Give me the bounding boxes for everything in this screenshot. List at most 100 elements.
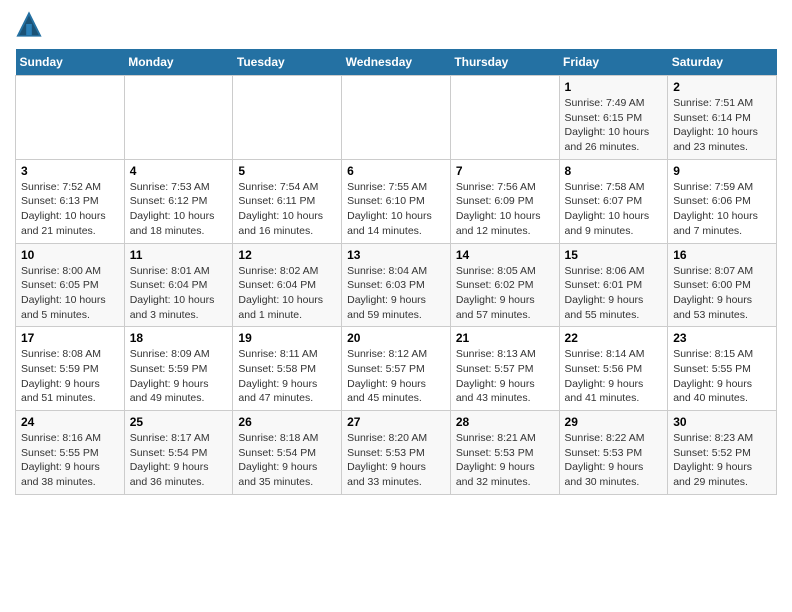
day-info: Sunrise: 8:16 AMSunset: 5:55 PMDaylight:… <box>21 431 119 490</box>
day-cell: 27 Sunrise: 8:20 AMSunset: 5:53 PMDayligh… <box>342 411 451 495</box>
day-info: Sunrise: 8:13 AMSunset: 5:57 PMDaylight:… <box>456 347 554 406</box>
day-number: 22 <box>565 331 663 345</box>
col-header-friday: Friday <box>559 49 668 76</box>
day-info: Sunrise: 7:51 AMSunset: 6:14 PMDaylight:… <box>673 96 771 155</box>
day-number: 17 <box>21 331 119 345</box>
day-info: Sunrise: 8:12 AMSunset: 5:57 PMDaylight:… <box>347 347 445 406</box>
day-cell: 25 Sunrise: 8:17 AMSunset: 5:54 PMDayligh… <box>124 411 233 495</box>
day-cell: 12 Sunrise: 8:02 AMSunset: 6:04 PMDayligh… <box>233 243 342 327</box>
day-info: Sunrise: 8:02 AMSunset: 6:04 PMDaylight:… <box>238 264 336 323</box>
day-info: Sunrise: 8:05 AMSunset: 6:02 PMDaylight:… <box>456 264 554 323</box>
day-cell: 11 Sunrise: 8:01 AMSunset: 6:04 PMDayligh… <box>124 243 233 327</box>
week-row-4: 17 Sunrise: 8:08 AMSunset: 5:59 PMDayligh… <box>16 327 777 411</box>
day-number: 9 <box>673 164 771 178</box>
day-cell: 29Sunrise: 8:22 AMSunset: 5:53 PMDayligh… <box>559 411 668 495</box>
day-cell: 21 Sunrise: 8:13 AMSunset: 5:57 PMDayligh… <box>450 327 559 411</box>
day-number: 7 <box>456 164 554 178</box>
day-number: 24 <box>21 415 119 429</box>
day-number: 2 <box>673 80 771 94</box>
day-cell: 18 Sunrise: 8:09 AMSunset: 5:59 PMDayligh… <box>124 327 233 411</box>
day-number: 21 <box>456 331 554 345</box>
day-number: 27 <box>347 415 445 429</box>
day-cell: 26Sunrise: 8:18 AMSunset: 5:54 PMDayligh… <box>233 411 342 495</box>
day-cell: 1 Sunrise: 7:49 AMSunset: 6:15 PMDaylight… <box>559 76 668 160</box>
day-number: 16 <box>673 248 771 262</box>
day-info: Sunrise: 8:17 AMSunset: 5:54 PMDaylight:… <box>130 431 228 490</box>
day-info: Sunrise: 7:55 AMSunset: 6:10 PMDaylight:… <box>347 180 445 239</box>
day-number: 19 <box>238 331 336 345</box>
day-number: 23 <box>673 331 771 345</box>
logo-icon <box>15 10 43 38</box>
week-row-3: 10Sunrise: 8:00 AMSunset: 6:05 PMDayligh… <box>16 243 777 327</box>
col-header-thursday: Thursday <box>450 49 559 76</box>
day-number: 5 <box>238 164 336 178</box>
col-header-monday: Monday <box>124 49 233 76</box>
day-number: 12 <box>238 248 336 262</box>
day-number: 10 <box>21 248 119 262</box>
day-info: Sunrise: 8:20 AMSunset: 5:53 PMDaylight:… <box>347 431 445 490</box>
day-cell <box>450 76 559 160</box>
day-info: Sunrise: 8:08 AMSunset: 5:59 PMDaylight:… <box>21 347 119 406</box>
day-info: Sunrise: 7:59 AMSunset: 6:06 PMDaylight:… <box>673 180 771 239</box>
day-number: 15 <box>565 248 663 262</box>
day-cell: 13Sunrise: 8:04 AMSunset: 6:03 PMDayligh… <box>342 243 451 327</box>
day-cell: 28 Sunrise: 8:21 AMSunset: 5:53 PMDayligh… <box>450 411 559 495</box>
day-number: 4 <box>130 164 228 178</box>
day-cell: 6Sunrise: 7:55 AMSunset: 6:10 PMDaylight… <box>342 159 451 243</box>
day-cell <box>233 76 342 160</box>
top-row <box>15 10 777 43</box>
week-row-1: 1 Sunrise: 7:49 AMSunset: 6:15 PMDaylight… <box>16 76 777 160</box>
day-info: Sunrise: 7:52 AMSunset: 6:13 PMDaylight:… <box>21 180 119 239</box>
day-info: Sunrise: 8:09 AMSunset: 5:59 PMDaylight:… <box>130 347 228 406</box>
day-number: 14 <box>456 248 554 262</box>
week-row-5: 24 Sunrise: 8:16 AMSunset: 5:55 PMDayligh… <box>16 411 777 495</box>
col-header-tuesday: Tuesday <box>233 49 342 76</box>
day-info: Sunrise: 8:18 AMSunset: 5:54 PMDaylight:… <box>238 431 336 490</box>
day-cell: 9 Sunrise: 7:59 AMSunset: 6:06 PMDaylight… <box>668 159 777 243</box>
col-header-sunday: Sunday <box>16 49 125 76</box>
day-number: 29 <box>565 415 663 429</box>
day-info: Sunrise: 7:56 AMSunset: 6:09 PMDaylight:… <box>456 180 554 239</box>
day-info: Sunrise: 8:07 AMSunset: 6:00 PMDaylight:… <box>673 264 771 323</box>
day-info: Sunrise: 8:01 AMSunset: 6:04 PMDaylight:… <box>130 264 228 323</box>
day-number: 18 <box>130 331 228 345</box>
header-row: SundayMondayTuesdayWednesdayThursdayFrid… <box>16 49 777 76</box>
day-number: 30 <box>673 415 771 429</box>
day-cell: 4 Sunrise: 7:53 AMSunset: 6:12 PMDaylight… <box>124 159 233 243</box>
day-info: Sunrise: 7:49 AMSunset: 6:15 PMDaylight:… <box>565 96 663 155</box>
day-number: 11 <box>130 248 228 262</box>
week-row-2: 3Sunrise: 7:52 AMSunset: 6:13 PMDaylight… <box>16 159 777 243</box>
day-cell: 8 Sunrise: 7:58 AMSunset: 6:07 PMDaylight… <box>559 159 668 243</box>
day-cell: 19 Sunrise: 8:11 AMSunset: 5:58 PMDayligh… <box>233 327 342 411</box>
day-info: Sunrise: 7:58 AMSunset: 6:07 PMDaylight:… <box>565 180 663 239</box>
day-cell: 3Sunrise: 7:52 AMSunset: 6:13 PMDaylight… <box>16 159 125 243</box>
day-info: Sunrise: 7:53 AMSunset: 6:12 PMDaylight:… <box>130 180 228 239</box>
day-info: Sunrise: 8:06 AMSunset: 6:01 PMDaylight:… <box>565 264 663 323</box>
day-cell: 10Sunrise: 8:00 AMSunset: 6:05 PMDayligh… <box>16 243 125 327</box>
day-number: 13 <box>347 248 445 262</box>
day-cell: 2 Sunrise: 7:51 AMSunset: 6:14 PMDaylight… <box>668 76 777 160</box>
day-info: Sunrise: 8:15 AMSunset: 5:55 PMDaylight:… <box>673 347 771 406</box>
day-cell: 22Sunrise: 8:14 AMSunset: 5:56 PMDayligh… <box>559 327 668 411</box>
day-cell: 20 Sunrise: 8:12 AMSunset: 5:57 PMDayligh… <box>342 327 451 411</box>
day-cell: 16 Sunrise: 8:07 AMSunset: 6:00 PMDayligh… <box>668 243 777 327</box>
day-number: 8 <box>565 164 663 178</box>
col-header-wednesday: Wednesday <box>342 49 451 76</box>
day-cell: 15 Sunrise: 8:06 AMSunset: 6:01 PMDayligh… <box>559 243 668 327</box>
day-cell: 23 Sunrise: 8:15 AMSunset: 5:55 PMDayligh… <box>668 327 777 411</box>
day-number: 25 <box>130 415 228 429</box>
calendar-table: SundayMondayTuesdayWednesdayThursdayFrid… <box>15 49 777 495</box>
day-cell: 5Sunrise: 7:54 AMSunset: 6:11 PMDaylight… <box>233 159 342 243</box>
day-number: 1 <box>565 80 663 94</box>
day-cell: 24 Sunrise: 8:16 AMSunset: 5:55 PMDayligh… <box>16 411 125 495</box>
day-info: Sunrise: 8:23 AMSunset: 5:52 PMDaylight:… <box>673 431 771 490</box>
day-cell <box>16 76 125 160</box>
col-header-saturday: Saturday <box>668 49 777 76</box>
day-number: 28 <box>456 415 554 429</box>
day-cell <box>124 76 233 160</box>
day-info: Sunrise: 8:21 AMSunset: 5:53 PMDaylight:… <box>456 431 554 490</box>
logo <box>15 10 45 38</box>
day-info: Sunrise: 8:11 AMSunset: 5:58 PMDaylight:… <box>238 347 336 406</box>
day-cell <box>342 76 451 160</box>
day-number: 20 <box>347 331 445 345</box>
